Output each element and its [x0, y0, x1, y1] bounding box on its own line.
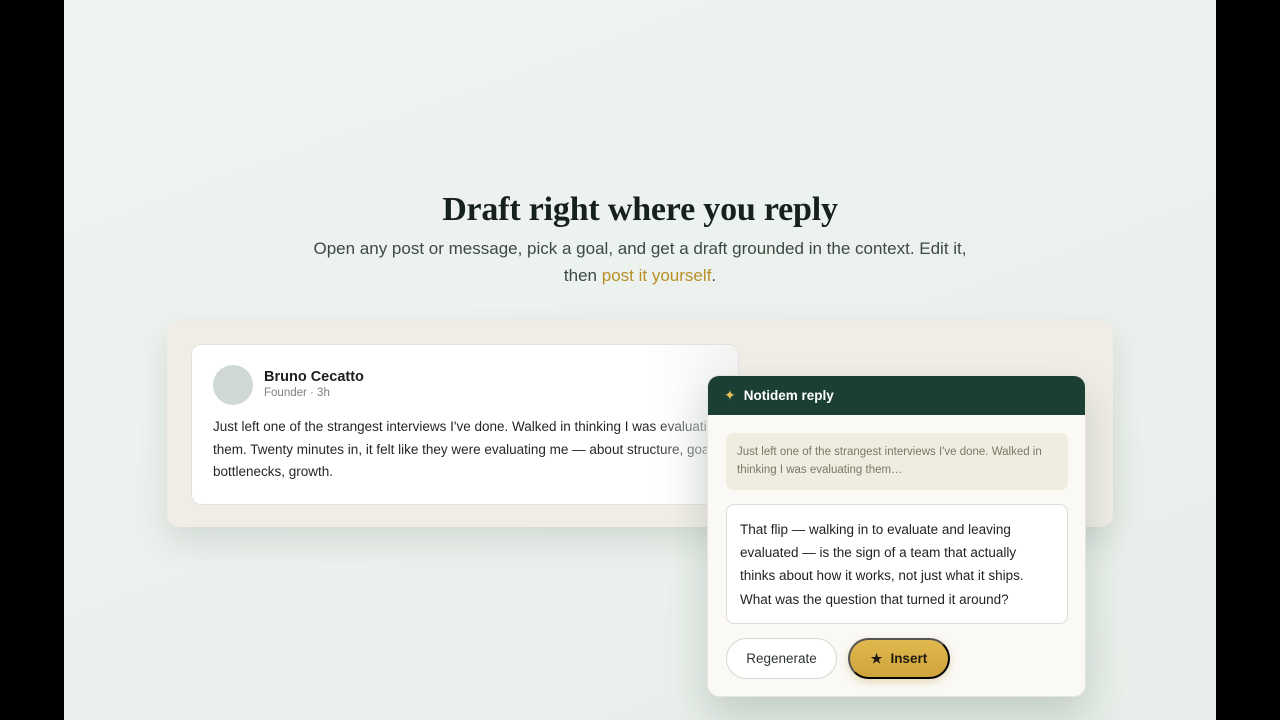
sparkle-icon: ✦ [724, 387, 736, 403]
landing-section: Draft right where you reply Open any pos… [64, 0, 1216, 720]
post-body: Just left one of the strangest interview… [213, 419, 723, 480]
panel-title: Notidem reply [743, 388, 834, 403]
post-author: Bruno Cecatto [264, 369, 364, 385]
draft-textarea[interactable]: That flip — walking in to evaluate and l… [726, 504, 1068, 624]
post-meta: Founder · 3h [264, 387, 330, 399]
panel-header: ✦ Notidem reply [708, 376, 1085, 415]
regenerate-button[interactable]: Regenerate [726, 638, 837, 679]
star-icon: ★ [870, 650, 883, 666]
hero-title: Draft right where you reply [442, 191, 838, 228]
hero-subtitle-end: . [711, 265, 717, 285]
hero-subtitle: Open any post or message, pick a goal, a… [304, 236, 976, 289]
hero-subtitle-accent: post it yourself [601, 265, 712, 285]
insert-label: Insert [890, 651, 928, 666]
insert-button[interactable]: ★ Insert [848, 638, 950, 679]
social-post-card: Bruno Cecatto Founder · 3h Just left one… [191, 344, 739, 505]
context-quote: Just left one of the strangest interview… [726, 433, 1068, 490]
avatar [213, 365, 253, 405]
reply-panel: ✦ Notidem reply Just left one of the str… [707, 375, 1086, 697]
